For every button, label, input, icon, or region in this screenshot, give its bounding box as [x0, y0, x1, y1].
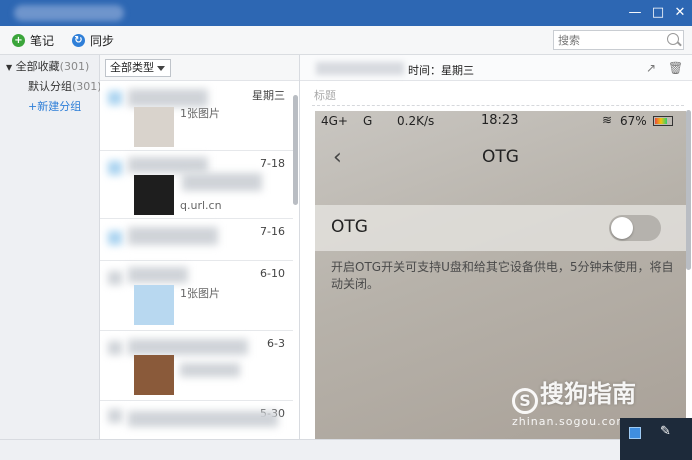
sogou-logo-icon: S	[512, 388, 538, 414]
note-time: 时间：星期三	[408, 64, 474, 77]
otg-label: OTG	[331, 217, 368, 237]
list-item-date: 星期三	[252, 89, 285, 102]
plus-icon: +	[12, 33, 25, 47]
sidebar-item-all[interactable]: ▼ 全部收藏(301)	[0, 57, 100, 77]
status-bar	[0, 439, 692, 460]
sidebar-item-all-count: (301)	[59, 60, 90, 73]
toggle-knob	[611, 217, 633, 239]
title-placeholder[interactable]: 标题	[314, 87, 336, 103]
sync-button[interactable]: ↻ 同步	[72, 32, 114, 48]
list-item-date: 6-3	[267, 337, 285, 350]
window-title-blurred	[14, 5, 124, 21]
share-icon[interactable]: ↗	[644, 61, 658, 75]
thumbnail-image	[134, 355, 174, 395]
blurred-sender	[128, 157, 208, 173]
otg-setting-row: OTG	[315, 205, 686, 251]
list-item-date: 7-16	[260, 225, 285, 238]
phone-nav-bar: ‹ OTG	[315, 131, 686, 189]
sidebar-item-default-count: (301)	[72, 80, 102, 93]
watermark-text: 搜狗指南	[540, 380, 636, 408]
watermark-url: zhinan.sogou.com	[512, 415, 629, 428]
toolbar: + 笔记 ↻ 同步	[0, 26, 692, 55]
blurred-sender	[128, 267, 188, 283]
favorites-list: 全部类型 星期三 1张图片 7-18 q.url.cn 7-16 6-10 1张…	[100, 55, 300, 439]
list-item[interactable]: 5-30	[100, 401, 293, 439]
list-item-sub: 1张图片	[180, 287, 220, 300]
list-item-date: 7-18	[260, 157, 285, 170]
network-type: 4G+	[321, 114, 348, 128]
tray-app-icon[interactable]	[629, 427, 641, 439]
avatar	[108, 409, 122, 423]
type-filter-select[interactable]: 全部类型	[105, 59, 171, 77]
battery-icon	[653, 116, 673, 126]
search-box	[553, 30, 684, 50]
avatar	[108, 271, 122, 285]
chevron-down-icon	[157, 66, 165, 71]
title-divider	[312, 105, 684, 106]
list-item[interactable]: 6-3	[100, 331, 293, 401]
blurred-source	[316, 62, 404, 75]
phone-page-title: OTG	[482, 147, 519, 167]
avatar	[108, 161, 122, 175]
avatar	[108, 231, 122, 245]
list-item-date: 6-10	[260, 267, 285, 280]
thumbnail-image	[134, 285, 174, 325]
sync-label: 同步	[90, 33, 115, 48]
maximize-button[interactable]: □	[649, 4, 667, 22]
avatar	[108, 91, 122, 105]
sogou-watermark: S 搜狗指南	[512, 374, 636, 414]
sidebar: ▼ 全部收藏(301) 默认分组(301) +新建分组	[0, 55, 102, 439]
blurred-sender	[128, 339, 248, 355]
new-group-label: 新建分组	[37, 100, 82, 113]
list-item-sub: 1张图片	[180, 107, 220, 120]
thumbnail-image	[134, 175, 174, 215]
sidebar-item-default-label: 默认分组	[28, 80, 72, 93]
sidebar-item-all-label: 全部收藏	[15, 60, 60, 73]
list-item-sub: q.url.cn	[180, 199, 222, 212]
search-input[interactable]	[554, 31, 662, 49]
list-item[interactable]: 7-18 q.url.cn	[100, 151, 293, 219]
tray-input-icon[interactable]: ✎	[660, 424, 671, 439]
list-scrollbar[interactable]	[293, 95, 298, 205]
list-item[interactable]: 7-16	[100, 219, 293, 261]
trash-icon[interactable]: 🗑	[668, 61, 683, 75]
list-item[interactable]: 6-10 1张图片	[100, 261, 293, 331]
collapse-triangle-icon[interactable]: ▼	[6, 63, 12, 72]
phone-status-bar: 4G+ G 0.2K/s 18:23 ≋ 67%	[315, 111, 686, 131]
sync-icon: ↻	[72, 33, 85, 47]
thumbnail-image	[134, 107, 174, 147]
system-tray: ✎	[620, 418, 692, 460]
title-bar: — □ ✕	[0, 0, 692, 26]
wifi-icon: ≋	[602, 113, 613, 127]
plus-icon: +	[28, 100, 38, 113]
new-note-button[interactable]: + 笔记	[12, 32, 54, 48]
sidebar-item-default-group[interactable]: 默认分组(301)	[0, 77, 102, 97]
new-note-label: 笔记	[30, 33, 55, 48]
battery-percent: 67%	[620, 114, 647, 128]
new-group-button[interactable]: +新建分组	[0, 97, 100, 117]
type-filter-value: 全部类型	[110, 61, 154, 74]
phone-time: 18:23	[481, 113, 519, 128]
list-item[interactable]: 星期三 1张图片	[100, 81, 293, 151]
search-icon[interactable]	[667, 33, 679, 45]
blurred-text	[180, 363, 240, 377]
network-speed: 0.2K/s	[397, 114, 435, 128]
list-header: 全部类型	[100, 55, 299, 81]
avatar	[108, 341, 122, 355]
otg-description: 开启OTG开关可支持U盘和给其它设备供电，5分钟未使用，将自动关闭。	[331, 260, 674, 291]
otg-toggle	[609, 215, 661, 241]
minimize-button[interactable]: —	[626, 4, 644, 22]
content-scrollbar[interactable]	[686, 110, 691, 270]
signal-text: G	[363, 114, 373, 128]
blurred-sender	[128, 411, 278, 427]
note-meta-bar: 时间：星期三 ↗ 🗑	[300, 55, 692, 81]
blurred-sender	[128, 227, 218, 245]
blurred-text	[182, 173, 262, 191]
close-button[interactable]: ✕	[671, 4, 689, 22]
